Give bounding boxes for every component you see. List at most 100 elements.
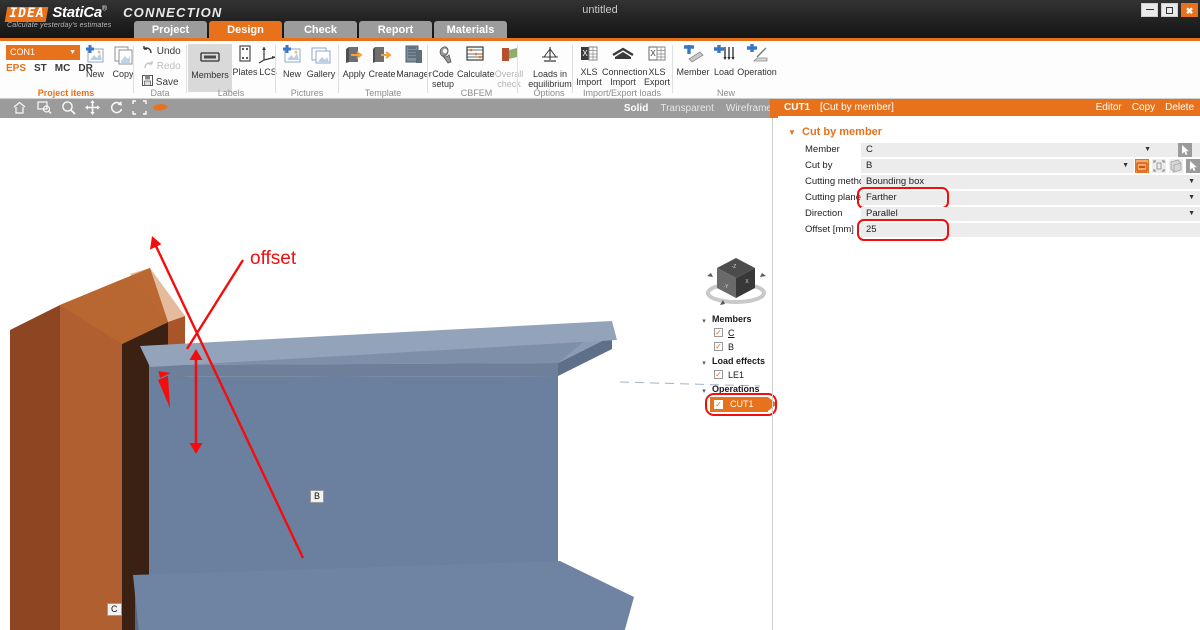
create-template-button[interactable]: Create [366, 44, 398, 79]
section-collapse-icon[interactable]: ▼ [788, 128, 796, 137]
add-operation-button[interactable]: Operation [736, 44, 778, 77]
redo-button[interactable]: Redo [142, 60, 181, 72]
chevron-down-icon[interactable]: ▼ [1144, 143, 1151, 157]
member-dropdown-field[interactable]: C ▼ [861, 143, 1156, 157]
zoom-fit-icon[interactable] [128, 100, 150, 117]
home-icon[interactable] [8, 100, 30, 117]
tree-item-le1-label: LE1 [728, 368, 744, 382]
create-template-label: Create [366, 69, 398, 79]
connection-import-label-2: Import [602, 77, 644, 87]
close-button[interactable]: ✖ [1181, 3, 1198, 17]
window-title: untitled [0, 0, 1200, 20]
tree-item-member-c[interactable]: ✓ C [700, 326, 778, 340]
color-swatch-icon[interactable] [149, 100, 171, 117]
view-mode-solid[interactable]: Solid [624, 103, 648, 114]
model-tree: ▾ Members ✓ C ✓ B ▾ Load effects ✓ LE1 ▾… [700, 312, 778, 396]
ribbon-group-pictures: New Gallery Pictures [277, 41, 337, 99]
add-operation-label: Operation [736, 67, 778, 77]
xls-import-button[interactable]: X XLS Import [574, 44, 604, 87]
loads-equilibrium-button[interactable]: Loads in equilibrium [527, 44, 573, 89]
zoom-window-icon[interactable] [33, 100, 55, 117]
tree-item-member-c-label: C [728, 326, 735, 340]
code-setup-label-1: Code [429, 69, 457, 79]
tree-group-members[interactable]: ▾ Members [700, 312, 778, 326]
cut-by-picker-button[interactable] [1186, 159, 1200, 173]
tree-item-member-b-label: B [728, 340, 734, 354]
apply-template-label: Apply [340, 69, 368, 79]
gallery-icon [305, 44, 337, 68]
connection-import-label-1: Connection [602, 67, 644, 77]
title-bar[interactable]: untitled ✖ [0, 0, 1200, 20]
property-label-cut-by: Cut by [805, 159, 832, 173]
add-member-button[interactable]: Member [674, 44, 712, 77]
copy-button[interactable]: Copy [1132, 99, 1155, 116]
add-member-label: Member [674, 67, 712, 77]
loads-equilibrium-label-1: Loads in [527, 69, 573, 79]
undo-button[interactable]: Undo [142, 45, 181, 57]
save-button[interactable]: Save [142, 75, 179, 88]
svg-text:X: X [582, 49, 588, 58]
checkbox-le1[interactable]: ✓ [714, 370, 723, 379]
viewport-toolbar-accent [770, 99, 778, 118]
highlight-box-offset [857, 219, 949, 241]
tree-item-member-b[interactable]: ✓ B [700, 340, 778, 354]
ribbon-separator [133, 45, 134, 93]
tree-group-load-effects[interactable]: ▾ Load effects [700, 354, 778, 368]
checkbox-member-b[interactable]: ✓ [714, 342, 723, 351]
project-item-combo[interactable]: CON1 ▼ [6, 45, 80, 60]
3d-viewport[interactable]: B C -Z -Y X offset father cut ▾ [0, 118, 778, 630]
ribbon-separator [427, 45, 428, 93]
gallery-button[interactable]: Gallery [305, 44, 337, 79]
plates-labels-button[interactable]: Plates [232, 44, 258, 77]
properties-operation-name: CUT1 [784, 99, 810, 116]
chevron-down-icon[interactable]: ▼ [1122, 159, 1129, 173]
group-caption-pictures: Pictures [277, 88, 337, 98]
maximize-button[interactable] [1161, 3, 1178, 17]
ribbon-group-template: Apply Create [340, 41, 426, 99]
ribbon-separator [338, 45, 339, 93]
rotate-icon[interactable] [105, 100, 127, 117]
ribbon-separator [672, 45, 673, 93]
surface-icon[interactable] [1169, 159, 1183, 173]
bounding-box-icon[interactable] [1152, 159, 1166, 173]
code-eps[interactable]: EPS [6, 63, 26, 74]
xls-import-icon: X [574, 44, 604, 66]
property-label-cutting-plane: Cutting plane [805, 191, 861, 205]
chevron-down-icon[interactable]: ▼ [1188, 191, 1195, 205]
editor-button[interactable]: Editor [1096, 99, 1122, 116]
cross-section-icon[interactable] [1135, 159, 1149, 173]
ribbon-separator [572, 45, 573, 93]
members-labels-button[interactable]: Members [188, 44, 232, 92]
tree-item-le1[interactable]: ✓ LE1 [700, 368, 778, 382]
svg-text:X: X [650, 49, 656, 58]
xls-import-label-1: XLS [574, 67, 604, 77]
zoom-icon[interactable] [57, 100, 79, 117]
code-setup-button[interactable]: Code setup [429, 44, 457, 89]
member-picker-button[interactable] [1178, 143, 1192, 157]
ribbon-group-data: Undo Redo Save Data [136, 41, 184, 99]
chevron-down-icon[interactable]: ▼ [1188, 207, 1195, 221]
view-mode-wireframe[interactable]: Wireframe [726, 103, 772, 114]
code-st[interactable]: ST [34, 63, 47, 74]
view-cube[interactable]: -Z -Y X [703, 246, 769, 310]
connection-import-button[interactable]: Connection Import [602, 44, 644, 87]
apply-template-button[interactable]: Apply [340, 44, 368, 79]
minimize-button[interactable] [1141, 3, 1158, 17]
calculate-button[interactable]: Calculate [457, 44, 493, 79]
xls-export-label-1: XLS [642, 67, 672, 77]
view-mode-transparent[interactable]: Transparent [660, 103, 714, 114]
tree-group-load-effects-label: Load effects [712, 354, 765, 368]
chevron-down-icon[interactable]: ▼ [1188, 175, 1195, 189]
members-icon [188, 47, 232, 69]
checkbox-member-c[interactable]: ✓ [714, 328, 723, 337]
code-mc[interactable]: MC [55, 63, 71, 74]
property-label-offset: Offset [mm] [805, 223, 854, 237]
group-caption-template: Template [340, 88, 426, 98]
new-picture-button[interactable]: New [277, 44, 307, 79]
delete-button[interactable]: Delete [1165, 99, 1194, 116]
pan-icon[interactable] [81, 100, 103, 117]
cut-by-dropdown-field[interactable]: B ▼ [861, 159, 1134, 173]
ribbon-group-project-items: CON1 ▼ EPS ST MC DR New [0, 41, 132, 99]
add-load-button[interactable]: Load [710, 44, 738, 77]
xls-export-button[interactable]: X XLS Export [642, 44, 672, 87]
